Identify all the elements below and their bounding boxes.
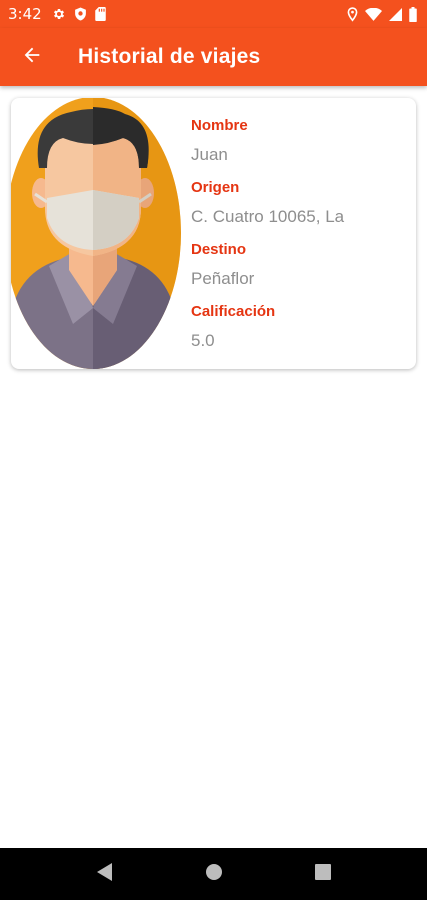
sd-card-icon	[94, 7, 106, 21]
trip-details: Nombre Juan Origen C. Cuatro 10065, La D…	[191, 116, 411, 364]
gear-icon	[52, 7, 66, 21]
page-title: Historial de viajes	[78, 45, 261, 68]
recents-square-icon	[314, 863, 331, 885]
destination-label: Destino	[191, 241, 247, 258]
destination-value: Peñaflor	[191, 269, 255, 288]
nav-home-button[interactable]	[194, 854, 234, 894]
rating-value: 5.0	[191, 331, 215, 350]
origin-value: C. Cuatro 10065, La	[191, 207, 345, 226]
rating-label: Calificación	[191, 303, 276, 320]
name-label: Nombre	[191, 117, 248, 134]
masked-man-avatar-icon	[11, 98, 187, 369]
status-left-icons	[52, 7, 106, 21]
name-value: Juan	[191, 145, 228, 164]
wifi-icon	[365, 7, 382, 21]
nav-back-button[interactable]	[85, 854, 125, 894]
status-time: 3:42	[8, 5, 42, 23]
home-circle-icon	[205, 863, 223, 886]
navigation-bar	[0, 848, 427, 900]
origin-label: Origen	[191, 179, 240, 196]
location-icon	[347, 6, 358, 22]
battery-icon	[409, 6, 417, 22]
app-bar: Historial de viajes	[0, 28, 427, 86]
arrow-left-icon	[21, 44, 43, 71]
status-bar: 3:42	[0, 0, 427, 28]
back-triangle-icon	[96, 862, 113, 886]
nav-recents-button[interactable]	[303, 854, 343, 894]
back-button[interactable]	[4, 28, 60, 86]
trip-card[interactable]: Nombre Juan Origen C. Cuatro 10065, La D…	[11, 98, 416, 369]
status-right-icons	[347, 6, 417, 22]
signal-icon	[389, 7, 402, 21]
shield-icon	[74, 7, 87, 21]
